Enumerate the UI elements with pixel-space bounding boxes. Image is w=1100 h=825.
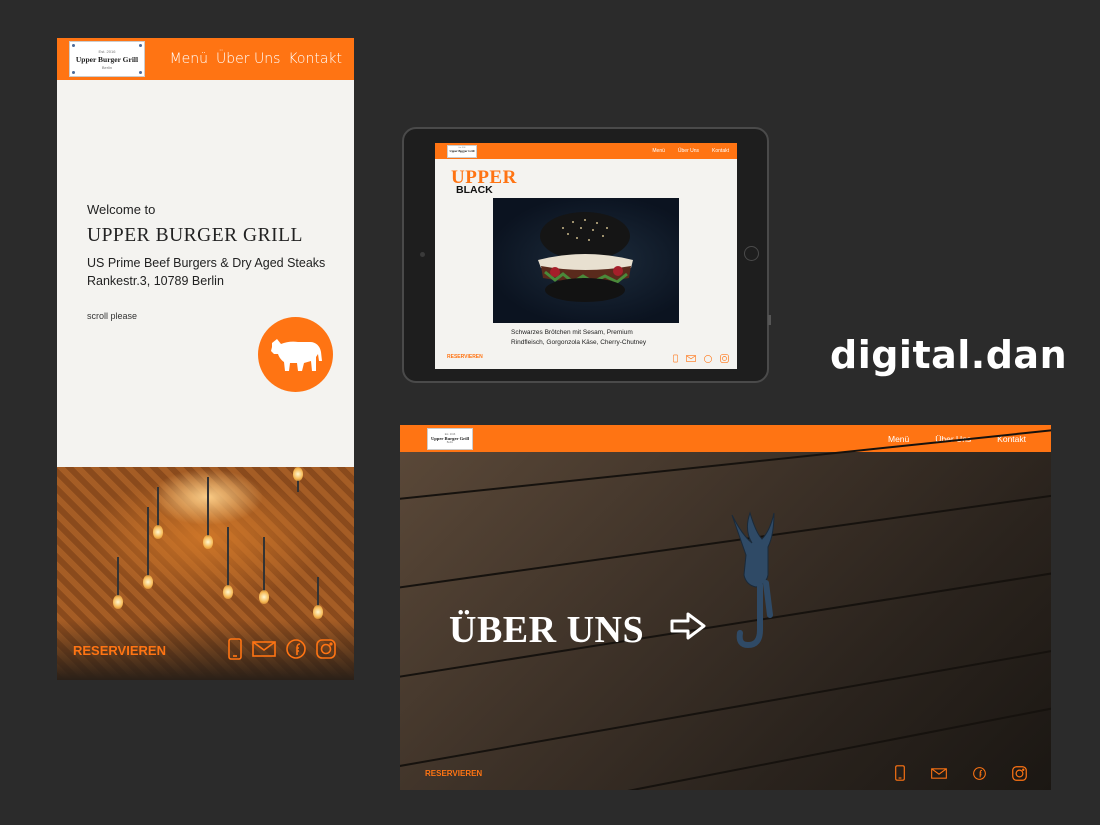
mail-icon[interactable] [931,767,947,779]
arrow-right-icon[interactable] [670,612,706,640]
mobile-navbar: Est. 2016 Upper Burger Grill Berlin Menü… [57,38,354,80]
logo[interactable]: Est. 2016 Upper Burger Grill Berlin [447,144,477,158]
description-line-1: Schwarzes Brötchen mit Sesam, Premium [511,329,633,336]
nav-links: Menü Über Uns Kontakt [162,51,342,67]
tablet-mockup: Est. 2016 Upper Burger Grill Berlin Menü… [402,127,771,383]
description-line-2: Rindfleisch, Gorgonzola Käse, Cherry-Chu… [511,339,647,346]
phone-icon[interactable] [673,354,678,363]
logo[interactable]: Est. 2016 Upper Burger Grill Berlin [427,427,473,450]
tagline: US Prime Beef Burgers & Dry Aged Steaks [87,256,326,270]
phone-icon[interactable] [228,638,242,660]
reserve-button[interactable]: RESERVIEREN [447,354,483,360]
bull-icon [270,338,322,371]
mail-icon[interactable] [686,355,696,362]
instagram-icon[interactable] [720,354,729,363]
burger-photo [493,198,679,323]
burger-description: Schwarzes Brötchen mit Sesam, Premium Ri… [511,328,646,348]
phone-icon[interactable] [895,765,905,781]
instagram-icon[interactable] [316,639,336,659]
nav-contact[interactable]: Kontakt [712,148,729,154]
facebook-icon[interactable] [286,639,306,659]
tablet-camera [420,252,425,257]
reserve-button[interactable]: RESERVIEREN [425,769,482,778]
mail-icon[interactable] [252,641,276,657]
nav-about[interactable]: Über Uns [216,51,280,67]
welcome-text: Welcome to [87,202,156,217]
scroll-hint: scroll please [87,311,138,321]
bull-hook-icon [722,505,792,660]
nav-links: Menü Über Uns Kontakt [639,148,729,154]
tablet-side-button [768,315,771,325]
tablet-home-button [744,246,759,261]
nav-menu[interactable]: Menü [652,148,665,154]
logo-name: Upper Burger Grill [75,54,139,64]
reserve-button[interactable]: RESERVIEREN [73,643,166,658]
instagram-icon[interactable] [1012,765,1027,781]
logo[interactable]: Est. 2016 Upper Burger Grill Berlin [69,41,145,77]
logo-city: Berlin [101,64,113,70]
burger-title-black: BLACK [456,184,493,196]
nav-menu[interactable]: Menü [170,51,208,67]
logo-city: Berlin [446,441,454,444]
nav-menu[interactable]: Menü [888,434,909,444]
logo-est: Est. 2016 [98,48,116,54]
social-icons [869,765,1027,781]
about-heading[interactable]: ÜBER UNS [449,608,644,652]
subtitle: US Prime Beef Burgers & Dry Aged Steaks … [87,254,325,290]
tablet-navbar: Est. 2016 Upper Burger Grill Berlin Menü… [435,143,737,159]
logo-city: Berlin [459,153,465,154]
restaurant-title: UPPER BURGER GRILL [87,225,303,246]
nav-about[interactable]: Über Uns [678,148,699,154]
social-icons [218,638,336,660]
social-icons [665,354,729,363]
hero-text: Welcome to UPPER BURGER GRILL US Prime B… [87,202,325,290]
bull-logo-button[interactable] [258,317,333,392]
desktop-mockup: Est. 2016 Upper Burger Grill Berlin Menü… [400,425,1051,790]
tablet-screen: Est. 2016 Upper Burger Grill Berlin Menü… [435,143,737,369]
facebook-icon[interactable] [973,766,986,780]
address: Rankestr.3, 10789 Berlin [87,274,224,288]
nav-contact[interactable]: Kontakt [288,51,342,67]
facebook-icon[interactable] [704,354,712,363]
desktop-navbar: Est. 2016 Upper Burger Grill Berlin Menü… [400,425,1051,452]
mobile-mockup: Est. 2016 Upper Burger Grill Berlin Menü… [57,38,354,680]
brand-wordmark: digital.dan [830,333,1068,377]
